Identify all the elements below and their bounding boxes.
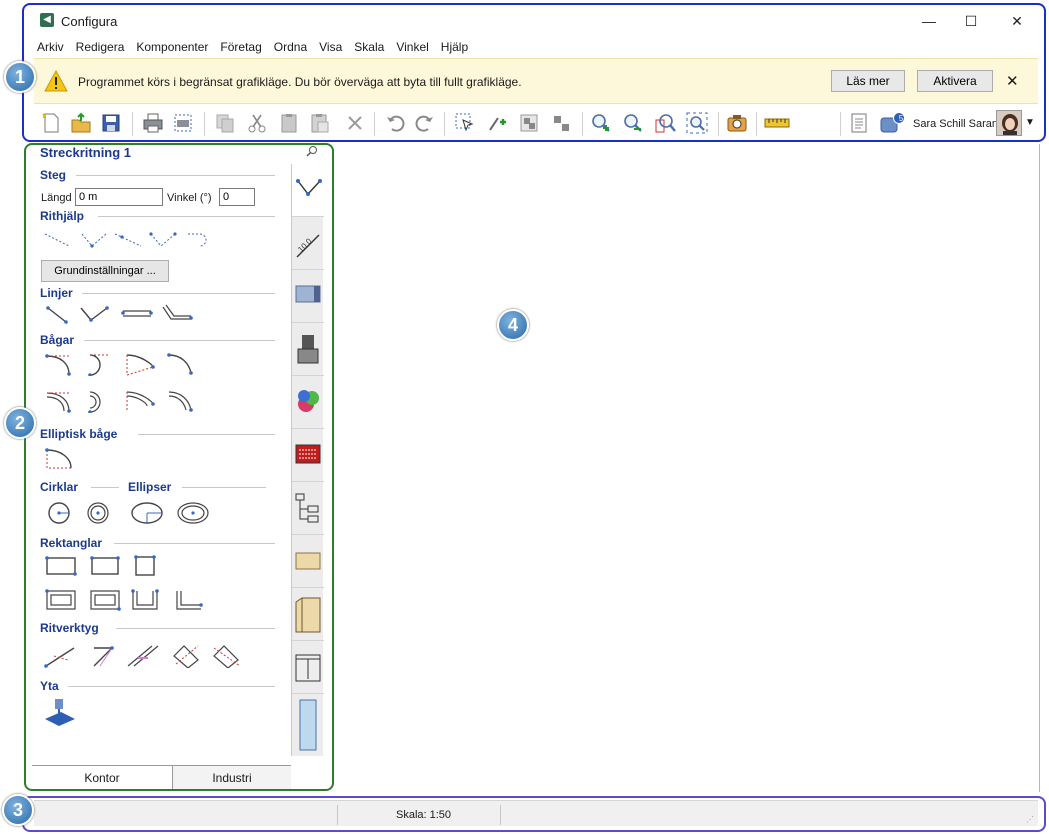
configura-window: ◀ Configura — ☐ ✕ Arkiv Redigera Kompone… [0,0,1049,834]
annotation-frame-2 [24,143,334,791]
callout-badge-4: 4 [497,309,529,341]
callout-badge-3: 3 [2,794,34,826]
callout-badge-2: 2 [4,407,36,439]
annotation-frame-3 [22,796,1046,832]
annotation-frame-1 [22,3,1046,142]
drawing-canvas[interactable] [334,144,1040,792]
callout-badge-1: 1 [4,61,36,93]
